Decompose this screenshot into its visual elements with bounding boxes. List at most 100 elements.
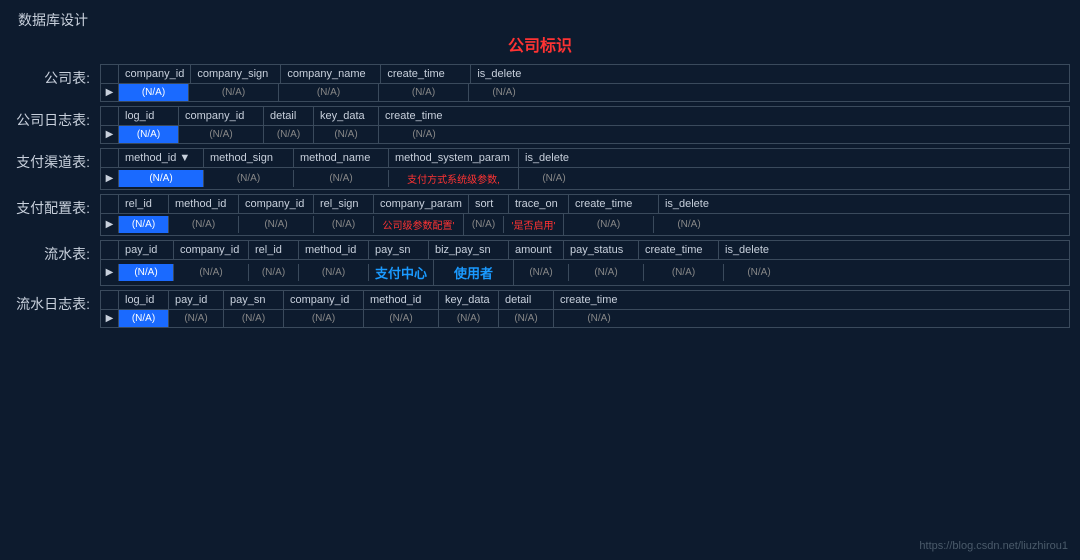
table-section-2: 支付渠道表: method_id ▼method_signmethod_namem… — [10, 148, 1070, 190]
cell-4-0-4: 支付中心 — [369, 260, 434, 285]
cell-0-0-1: (N/A) — [189, 84, 279, 101]
cell-2-0-4: (N/A) — [519, 170, 589, 187]
col-header-1-2: detail — [264, 107, 314, 125]
col-header-4-7: pay_status — [564, 241, 639, 259]
cell-4-0-6: (N/A) — [514, 264, 569, 281]
cell-2-0-3: 支付方式系统级参数, — [389, 168, 519, 189]
col-header-5-2: pay_sn — [224, 291, 284, 309]
cell-0-0-3: (N/A) — [379, 84, 469, 101]
cell-3-0-2: (N/A) — [239, 216, 314, 233]
table-row: ▶(N/A)(N/A)(N/A)(N/A)(N/A) — [101, 84, 1069, 101]
table-label-4: 流水表: — [10, 240, 90, 264]
table-label-5: 流水日志表: — [10, 290, 90, 314]
cell-4-0-2: (N/A) — [249, 264, 299, 281]
table-row: ▶(N/A)(N/A)(N/A)(N/A)(N/A)(N/A)(N/A)(N/A… — [101, 310, 1069, 327]
col-header-1-0: log_id — [119, 107, 179, 125]
col-header-5-1: pay_id — [169, 291, 224, 309]
db-table-1: log_idcompany_iddetailkey_datacreate_tim… — [100, 106, 1070, 144]
cell-5-0-2: (N/A) — [224, 310, 284, 327]
table-row: ▶(N/A)(N/A)(N/A)(N/A)支付中心使用者(N/A)(N/A)(N… — [101, 260, 1069, 285]
table-section-3: 支付配置表: rel_idmethod_idcompany_idrel_signc… — [10, 194, 1070, 236]
cell-2-0-2: (N/A) — [294, 170, 389, 187]
cell-5-0-0: (N/A) — [119, 310, 169, 327]
table-section-0: 公司表: company_idcompany_signcompany_namecr… — [10, 64, 1070, 102]
cell-2-0-0: (N/A) — [119, 170, 204, 187]
cell-1-0-4: (N/A) — [379, 126, 469, 143]
cell-4-0-3: (N/A) — [299, 264, 369, 281]
cell-5-0-4: (N/A) — [364, 310, 439, 327]
col-header-0-3: create_time — [381, 65, 471, 83]
db-table-3: rel_idmethod_idcompany_idrel_signcompany… — [100, 194, 1070, 236]
cell-3-0-4: 公司级参数配置' — [374, 214, 464, 235]
cell-1-0-0: (N/A) — [119, 126, 179, 143]
col-header-1-1: company_id — [179, 107, 264, 125]
col-header-5-5: key_data — [439, 291, 499, 309]
page-title: 数据库设计 — [18, 10, 88, 30]
cell-1-0-3: (N/A) — [314, 126, 379, 143]
col-header-2-1: method_sign — [204, 149, 294, 167]
table-section-1: 公司日志表: log_idcompany_iddetailkey_datacrea… — [10, 106, 1070, 144]
table-row: ▶(N/A)(N/A)(N/A)(N/A)公司级参数配置'(N/A)'是否启用'… — [101, 214, 1069, 235]
cell-3-0-7: (N/A) — [564, 216, 654, 233]
cell-4-0-7: (N/A) — [569, 264, 644, 281]
db-table-2: method_id ▼method_signmethod_namemethod_… — [100, 148, 1070, 190]
cell-5-0-7: (N/A) — [554, 310, 644, 327]
cell-4-0-5: 使用者 — [434, 260, 514, 285]
col-header-4-8: create_time — [639, 241, 719, 259]
table-label-1: 公司日志表: — [10, 106, 90, 130]
col-header-5-0: log_id — [119, 291, 169, 309]
watermark: https://blog.csdn.net/liuzhirou1 — [919, 540, 1068, 552]
col-header-5-7: create_time — [554, 291, 644, 309]
col-header-2-0: method_id ▼ — [119, 149, 204, 167]
section-title: 公司标识 — [10, 32, 1070, 56]
cell-4-0-9: (N/A) — [724, 264, 794, 281]
cell-3-0-5: (N/A) — [464, 216, 504, 233]
col-header-1-4: create_time — [379, 107, 469, 125]
cell-5-0-3: (N/A) — [284, 310, 364, 327]
table-row: ▶(N/A)(N/A)(N/A)支付方式系统级参数,(N/A) — [101, 168, 1069, 189]
cell-3-0-0: (N/A) — [119, 216, 169, 233]
col-header-2-4: is_delete — [519, 149, 589, 167]
col-header-3-5: sort — [469, 195, 509, 213]
cell-2-0-1: (N/A) — [204, 170, 294, 187]
cell-1-0-1: (N/A) — [179, 126, 264, 143]
cell-0-0-2: (N/A) — [279, 84, 379, 101]
col-header-3-8: is_delete — [659, 195, 729, 213]
db-table-4: pay_idcompany_idrel_idmethod_idpay_snbiz… — [100, 240, 1070, 286]
db-table-0: company_idcompany_signcompany_namecreate… — [100, 64, 1070, 102]
table-label-2: 支付渠道表: — [10, 148, 90, 172]
col-header-3-0: rel_id — [119, 195, 169, 213]
cell-5-0-5: (N/A) — [439, 310, 499, 327]
table-row: ▶(N/A)(N/A)(N/A)(N/A)(N/A) — [101, 126, 1069, 143]
col-header-3-1: method_id — [169, 195, 239, 213]
col-header-5-3: company_id — [284, 291, 364, 309]
col-header-3-7: create_time — [569, 195, 659, 213]
cell-1-0-2: (N/A) — [264, 126, 314, 143]
table-label-3: 支付配置表: — [10, 194, 90, 218]
col-header-0-0: company_id — [119, 65, 191, 83]
cell-3-0-3: (N/A) — [314, 216, 374, 233]
col-header-2-3: method_system_param — [389, 149, 519, 167]
col-header-5-6: detail — [499, 291, 554, 309]
col-header-4-3: method_id — [299, 241, 369, 259]
col-header-5-4: method_id — [364, 291, 439, 309]
cell-0-0-0: (N/A) — [119, 84, 189, 101]
cell-3-0-1: (N/A) — [169, 216, 239, 233]
cell-4-0-1: (N/A) — [174, 264, 249, 281]
col-header-4-1: company_id — [174, 241, 249, 259]
col-header-4-4: pay_sn — [369, 241, 429, 259]
col-header-3-4: company_param — [374, 195, 469, 213]
table-label-0: 公司表: — [10, 64, 90, 88]
col-header-4-2: rel_id — [249, 241, 299, 259]
col-header-3-3: rel_sign — [314, 195, 374, 213]
cell-5-0-6: (N/A) — [499, 310, 554, 327]
col-header-2-2: method_name — [294, 149, 389, 167]
db-table-5: log_idpay_idpay_sncompany_idmethod_idkey… — [100, 290, 1070, 328]
cell-4-0-0: (N/A) — [119, 264, 174, 281]
cell-3-0-8: (N/A) — [654, 216, 724, 233]
cell-3-0-6: '是否启用' — [504, 214, 564, 235]
col-header-1-3: key_data — [314, 107, 379, 125]
col-header-0-4: is_delete — [471, 65, 541, 83]
col-header-0-1: company_sign — [191, 65, 281, 83]
cell-4-0-8: (N/A) — [644, 264, 724, 281]
